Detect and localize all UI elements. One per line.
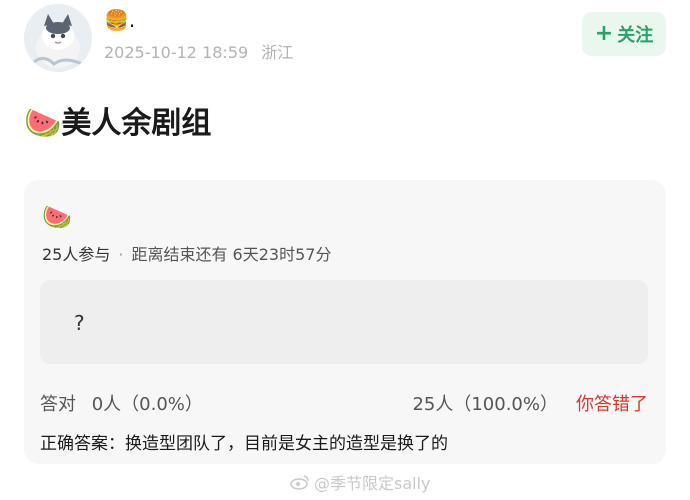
watermark-text: @季节限定sally xyxy=(314,474,431,493)
poll-card: 🍉 25人参与 · 距离结束还有 6天23时57分 ? 答对 0人（0.0%） 25… xyxy=(24,180,666,464)
poll-emoji: 🍉 xyxy=(42,203,72,231)
wrong-result: 25人（100.0%） 你答错了 xyxy=(412,392,648,418)
correct-label: 答对 xyxy=(40,394,76,415)
avatar-image xyxy=(24,4,92,72)
plus-icon: + xyxy=(594,21,614,46)
post-meta: 2025-10-12 18:59 浙江 xyxy=(104,42,293,64)
poll-option-text: ? xyxy=(74,311,85,335)
correct-result: 答对 0人（0.0%） xyxy=(40,392,203,418)
poll-deadline: 距离结束还有 6天23时57分 xyxy=(131,245,332,264)
separator-dot: · xyxy=(118,245,124,264)
post-date: 2025-10-12 18:59 xyxy=(104,43,249,62)
post-location: 浙江 xyxy=(261,43,294,62)
avatar[interactable] xyxy=(24,4,92,72)
watermelon-icon: 🍉 xyxy=(24,106,62,141)
watermark: @季节限定sally xyxy=(290,470,431,494)
poll-stats: 25人参与 · 距离结束还有 6天23时57分 xyxy=(42,244,331,266)
follow-label: 关注 xyxy=(617,25,654,46)
wrong-status: 你答错了 xyxy=(576,394,648,415)
follow-button[interactable]: + 关注 xyxy=(582,12,666,56)
post-title: 🍉美人余剧组 xyxy=(24,102,211,146)
poll-option[interactable]: ? xyxy=(40,280,648,364)
post-title-text: 美人余剧组 xyxy=(61,106,212,141)
participants-count: 25人参与 xyxy=(42,245,111,264)
wrong-count: 25人（100.0%） xyxy=(412,394,558,415)
weibo-logo-icon xyxy=(290,475,309,490)
correct-count: 0人（0.0%） xyxy=(91,394,203,415)
correct-answer: 正确答案：换造型团队了，目前是女主的造型是换了的 xyxy=(40,434,448,454)
username[interactable]: 🍔. xyxy=(104,6,135,34)
